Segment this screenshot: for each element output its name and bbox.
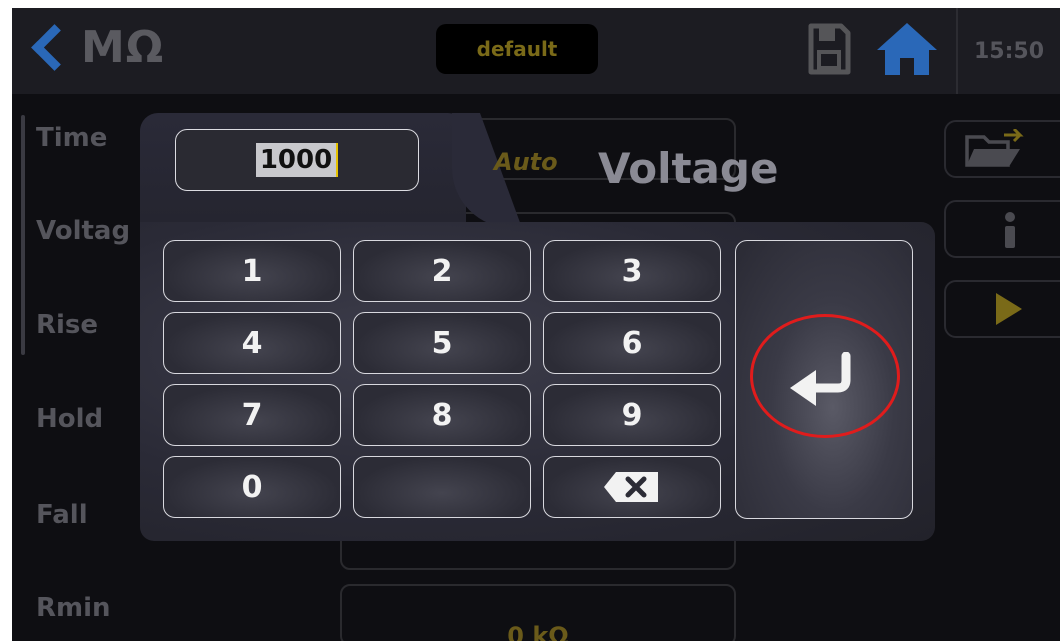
param-label-hold: Hold [36, 404, 104, 434]
rmin-value: 0 kΩ [507, 622, 569, 641]
back-button[interactable]: MΩ [26, 14, 164, 80]
enter-arrow-icon [790, 352, 851, 406]
key-7[interactable]: 7 [163, 384, 341, 446]
scrollbar[interactable] [21, 115, 25, 355]
key-2[interactable]: 2 [353, 240, 531, 302]
clock: 15:50 [956, 8, 1060, 94]
param-label-fall: Fall [36, 500, 88, 530]
rmin-field[interactable]: 0 kΩ [340, 584, 736, 641]
start-test-button[interactable] [944, 280, 1060, 338]
backspace-icon [604, 472, 658, 502]
backspace-button[interactable] [543, 456, 721, 518]
home-icon[interactable] [874, 20, 940, 78]
device-screen: MΩ default 15:50 Time Voltag Rise Hold F… [12, 8, 1060, 641]
chevron-left-icon [31, 23, 78, 71]
key-0[interactable]: 0 [163, 456, 341, 518]
dialog-title: Voltage [598, 144, 779, 193]
key-4[interactable]: 4 [163, 312, 341, 374]
key-9[interactable]: 9 [543, 384, 721, 446]
save-icon[interactable] [807, 22, 851, 76]
time-value: Auto [494, 148, 558, 176]
play-icon [996, 293, 1022, 325]
param-label-rise: Rise [36, 310, 99, 340]
key-blank[interactable] [353, 456, 531, 518]
open-folder-button[interactable] [944, 120, 1060, 178]
app-title: MΩ [81, 21, 165, 73]
entry-value: 1000 [255, 143, 339, 177]
info-icon [1005, 212, 1015, 248]
param-label-time: Time [36, 123, 108, 153]
key-8[interactable]: 8 [353, 384, 531, 446]
key-5[interactable]: 5 [353, 312, 531, 374]
key-3[interactable]: 3 [543, 240, 721, 302]
key-1[interactable]: 1 [163, 240, 341, 302]
value-entry-field[interactable]: 1000 [175, 129, 419, 191]
param-label-voltage: Voltag [36, 216, 131, 246]
profile-name-button[interactable]: default [436, 24, 598, 74]
key-6[interactable]: 6 [543, 312, 721, 374]
folder-open-icon [965, 129, 1024, 167]
enter-button[interactable] [735, 240, 913, 519]
param-label-rmin: Rmin [36, 593, 111, 623]
info-button[interactable] [944, 200, 1060, 258]
top-bar: MΩ default 15:50 [12, 8, 1060, 94]
